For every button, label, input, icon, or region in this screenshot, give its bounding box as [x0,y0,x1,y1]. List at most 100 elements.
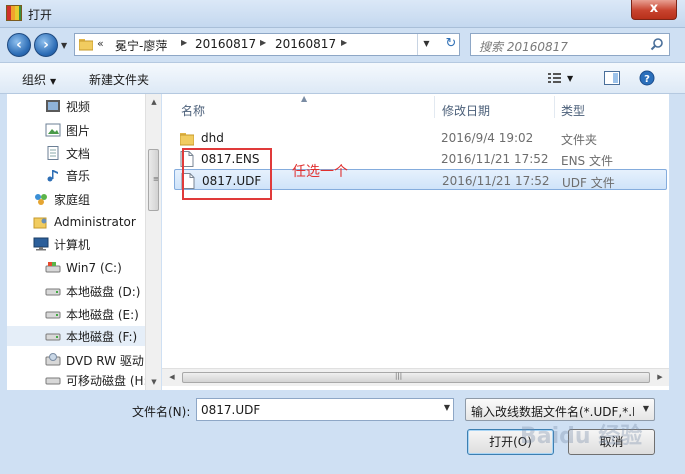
navigation-bar: ‹ › ▼ « 冕宁-廖萍 ▶ 20160817 ▶ 20160817 ▶ ▼ … [0,28,685,62]
annotation-text: 任选一个 [292,164,348,180]
sidebar-item-label: 音乐 [66,168,91,183]
window-title: 打开 [28,8,53,22]
file-list: ▲ 名称 修改日期 类型 dhd 2016/9/4 19:02 文件夹 0817… [162,94,669,390]
grip-icon: ||| [395,372,403,380]
highlight-annotation-box [182,148,272,200]
help-icon[interactable]: ? [638,70,656,86]
chevron-right-icon[interactable]: ▶ [341,38,347,47]
drive-icon [45,311,61,319]
recent-locations-dropdown-icon[interactable]: ▼ [61,41,67,50]
drive-icon [45,333,61,341]
search-icon[interactable] [650,37,664,51]
music-icon [47,170,58,182]
dvd-drive-icon [45,353,61,366]
command-toolbar: 组织 ▼ 新建文件夹 ▼ ? [0,62,685,94]
table-row[interactable]: dhd 2016/9/4 19:02 文件夹 [174,127,667,148]
sidebar-item-drive-c[interactable]: Win7 (C:) [45,258,145,278]
navigation-pane: 视频 图片 文档 音乐 家庭组 Administrator 计算机 Win7 (… [7,94,161,390]
sidebar-item-dvd-drive[interactable]: DVD RW 驱动 [45,350,145,370]
folder-icon [180,133,194,146]
column-header-type[interactable]: 类型 [561,102,585,119]
new-folder-button[interactable]: 新建文件夹 [89,71,149,88]
sidebar-item-label: 文档 [66,146,91,161]
column-divider[interactable] [554,96,555,118]
scroll-up-arrow-icon[interactable]: ▲ [146,98,162,106]
sidebar-item-label: DVD RW 驱动 [66,353,144,368]
organize-menu-button[interactable]: 组织 ▼ [22,71,56,88]
homegroup-icon [35,194,47,205]
sidebar-item-label: 视频 [66,99,91,114]
scrollbar-thumb[interactable]: ≡ [148,149,159,211]
filename-field[interactable]: 0817.UDF ▼ [196,398,454,421]
file-name: dhd [201,131,224,145]
sidebar-item-drive-f[interactable]: 本地磁盘 (F:) [7,326,147,346]
file-type: ENS 文件 [561,154,613,168]
title-bar: 打开 x [0,0,685,28]
breadcrumb-segment[interactable]: 20160817 [275,37,336,51]
scroll-right-arrow-icon[interactable]: ▶ [652,373,668,381]
organize-label: 组织 [22,73,47,87]
sidebar-item-label: 可移动磁盘 (H: [66,373,145,388]
user-folder-icon [33,217,47,229]
sidebar-item-label: 家庭组 [54,192,91,207]
sidebar-item-pictures[interactable]: 图片 [45,120,145,140]
column-header-date[interactable]: 修改日期 [442,102,490,119]
breadcrumb-segment[interactable]: 20160817 [195,37,256,51]
filename-value: 0817.UDF [201,403,261,417]
sidebar-item-administrator[interactable]: Administrator [33,212,145,232]
file-date: 2016/9/4 19:02 [441,131,534,145]
sidebar-item-label: 计算机 [54,237,91,252]
search-input[interactable]: 搜索 20160817 [470,33,670,56]
chevron-right-icon[interactable]: ▶ [260,38,266,47]
sidebar-item-label: Win7 (C:) [66,261,122,275]
sidebar-item-removable-drive[interactable]: 可移动磁盘 (H: [45,372,145,388]
sidebar-item-homegroup[interactable]: 家庭组 [33,189,145,209]
scroll-down-arrow-icon[interactable]: ▼ [146,378,162,386]
drive-icon [45,262,61,273]
document-icon [47,146,59,160]
view-options-icon[interactable] [547,70,565,86]
refresh-icon[interactable]: ↻ [440,35,462,55]
sidebar-item-drive-e[interactable]: 本地磁盘 (E:) [45,304,145,324]
chevron-down-icon: ▼ [50,77,57,86]
sidebar-item-documents[interactable]: 文档 [45,143,145,163]
file-date: 2016/11/21 17:52 [442,174,550,188]
sidebar-scrollbar[interactable]: ▲ ≡ ▼ [145,94,161,390]
chevron-right-icon[interactable]: ▶ [181,38,187,47]
sort-ascending-icon: ▲ [301,94,308,103]
baidu-watermark: Baidu 经验 [520,424,643,449]
sidebar-item-label: Administrator [54,215,136,229]
address-bar[interactable]: « 冕宁-廖萍 ▶ 20160817 ▶ 20160817 ▶ ▼ [74,33,460,56]
column-header-name[interactable]: 名称 [181,102,205,119]
sidebar-item-drive-d[interactable]: 本地磁盘 (D:) [45,281,145,301]
forward-arrow-icon[interactable]: › [34,33,58,57]
file-type: UDF 文件 [562,176,615,190]
back-arrow-icon[interactable]: ‹ [7,33,31,57]
file-date: 2016/11/21 17:52 [441,152,549,166]
folder-icon [79,39,93,51]
scroll-left-arrow-icon[interactable]: ◀ [164,373,180,381]
filename-label: 文件名(N): [132,405,191,419]
sidebar-item-label: 本地磁盘 (F:) [66,329,138,344]
scrollbar-thumb[interactable]: ||| [182,372,650,383]
svg-text:?: ? [644,74,650,85]
app-icon [6,5,22,21]
view-dropdown-icon[interactable]: ▼ [567,74,573,83]
address-overflow-chevron[interactable]: « [97,37,104,50]
file-list-horizontal-scrollbar[interactable]: ◀ ||| ▶ [162,368,669,386]
drive-icon [45,288,61,296]
preview-pane-icon[interactable] [603,70,621,86]
picture-icon [45,123,61,137]
sidebar-item-computer[interactable]: 计算机 [33,234,145,254]
sidebar-item-label: 本地磁盘 (E:) [66,307,139,322]
video-icon [46,100,60,112]
sidebar-item-label: 图片 [66,123,91,138]
removable-drive-icon [45,377,61,385]
close-button[interactable]: x [631,0,677,20]
column-divider[interactable] [434,96,435,118]
sidebar-item-videos[interactable]: 视频 [45,96,145,116]
chevron-down-icon[interactable]: ▼ [444,403,450,412]
sidebar-item-music[interactable]: 音乐 [45,165,145,185]
breadcrumb-segment[interactable]: 冕宁-廖萍 [115,37,167,54]
address-dropdown-icon[interactable]: ▼ [417,34,435,55]
